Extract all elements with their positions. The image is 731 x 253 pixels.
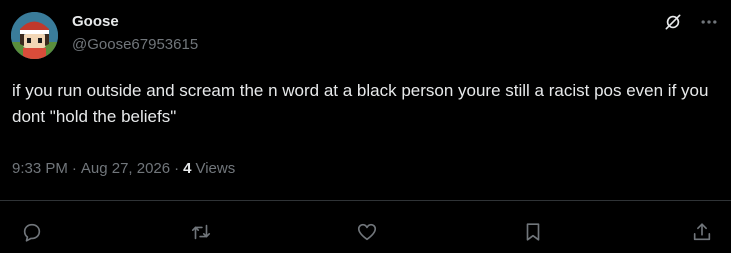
repost-button[interactable] xyxy=(188,219,214,245)
more-icon[interactable] xyxy=(697,10,721,34)
bookmark-icon xyxy=(526,223,540,241)
grok-icon[interactable] xyxy=(661,10,685,34)
post-text: if you run outside and scream the n word… xyxy=(12,81,709,126)
avatar-image xyxy=(11,12,58,59)
views-label: Views xyxy=(195,160,236,177)
user-handle[interactable]: @Goose67953615 xyxy=(72,35,198,55)
reply-button[interactable] xyxy=(19,219,45,245)
divider xyxy=(0,200,731,201)
post-card: Goose @Goose67953615 if you run outside … xyxy=(0,0,731,253)
share-icon xyxy=(693,223,711,241)
post-time[interactable]: 9:33 PM xyxy=(12,160,68,177)
share-button[interactable] xyxy=(689,219,715,245)
heart-icon xyxy=(357,223,377,241)
avatar[interactable] xyxy=(11,12,58,59)
display-name[interactable]: Goose xyxy=(72,12,119,32)
bookmark-button[interactable] xyxy=(520,219,546,245)
post-meta: 9:33 PM · Aug 27, 2026 · 4 Views xyxy=(12,159,235,179)
like-button[interactable] xyxy=(354,219,380,245)
meta-separator: · xyxy=(174,160,180,177)
meta-separator: · xyxy=(71,160,77,177)
repost-icon xyxy=(191,224,211,240)
reply-icon xyxy=(23,223,41,242)
post-date[interactable]: Aug 27, 2026 xyxy=(81,160,170,177)
